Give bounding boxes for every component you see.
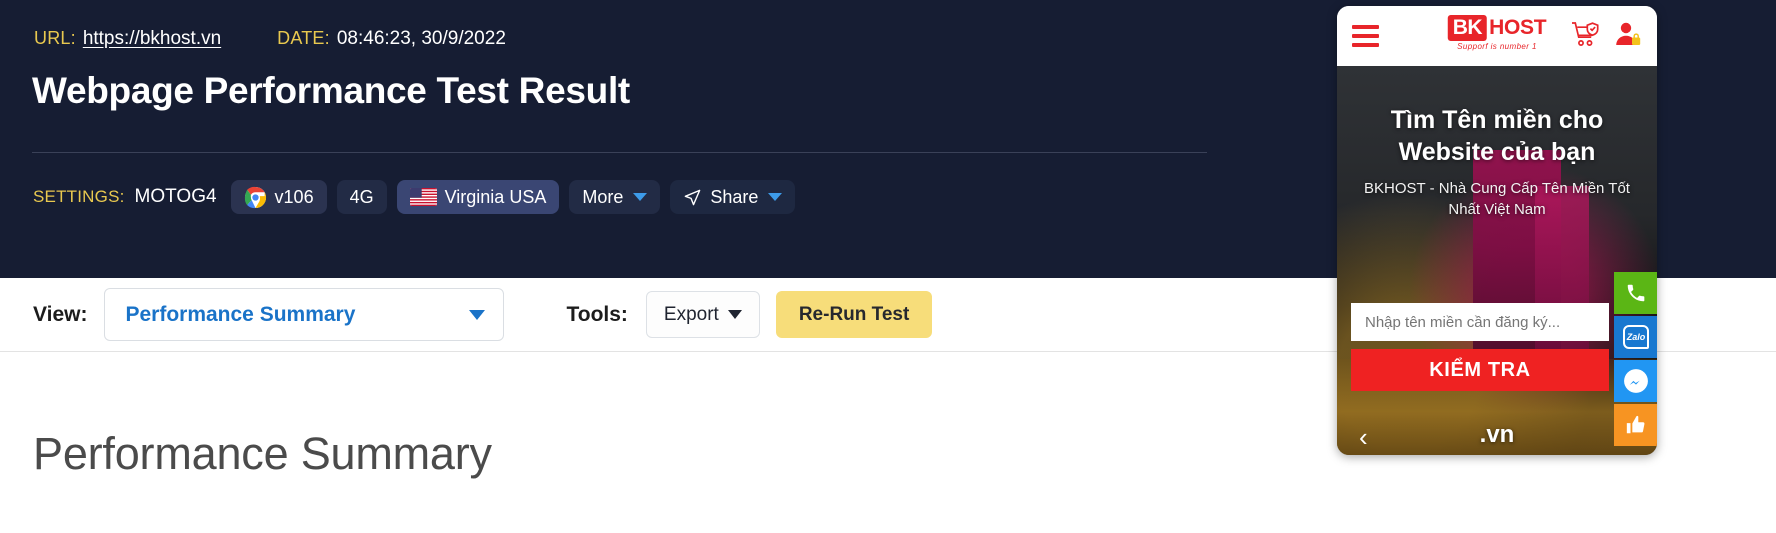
page-root: URL: https://bkhost.vn DATE: 08:46:23, 3… (0, 0, 1776, 533)
share-plane-icon (683, 188, 702, 207)
view-select[interactable]: Performance Summary (104, 288, 505, 341)
chevron-down-icon (469, 309, 486, 320)
section-title: Performance Summary (33, 428, 492, 479)
check-domain-button[interactable]: KIỂM TRA (1351, 349, 1609, 391)
url-label: URL: (34, 28, 76, 48)
cart-icon[interactable] (1570, 20, 1600, 53)
page-title: Webpage Performance Test Result (32, 70, 630, 111)
date-value: 08:46:23, 30/9/2022 (336, 28, 506, 49)
settings-row: SETTINGS: MOTOG4 v106 4G Virginia USA Mo… (33, 180, 796, 214)
hero-banner: Tìm Tên miền cho Website của bạn BKHOST … (1337, 66, 1657, 455)
logo-row: BK HOST (1447, 15, 1547, 42)
hero-title-line1: Tìm Tên miền cho (1390, 106, 1604, 134)
chevron-down-icon (768, 193, 783, 201)
hero-title: Tìm Tên miền cho Website của bạn (1337, 104, 1657, 168)
view-select-value: Performance Summary (125, 302, 356, 326)
logo-tagline: Supporf is number 1 (1457, 42, 1537, 52)
logo-mark: BK (1447, 15, 1488, 42)
browser-chip[interactable]: v106 (230, 180, 327, 214)
phone-icon (1625, 282, 1647, 304)
location-chip[interactable]: Virginia USA (396, 180, 560, 214)
browser-version-label: v106 (274, 186, 314, 207)
tools-label: Tools: (566, 302, 628, 326)
tld-label: .vn (1479, 421, 1515, 448)
phone-call-button[interactable] (1614, 272, 1657, 314)
location-label: Virginia USA (444, 186, 547, 207)
export-label: Export (663, 303, 719, 325)
thumbs-up-icon (1625, 414, 1647, 436)
messenger-chat-button[interactable] (1614, 360, 1657, 402)
hero-title-line2: Website của bạn (1398, 138, 1596, 166)
hamburger-bar (1352, 25, 1379, 29)
meta-row: URL: https://bkhost.vn DATE: 08:46:23, 3… (34, 28, 506, 50)
export-button[interactable]: Export (645, 291, 760, 338)
site-header: BK HOST Supporf is number 1 (1337, 6, 1657, 66)
share-menu-button[interactable]: Share (670, 180, 796, 214)
zalo-icon: Zalo (1623, 325, 1649, 349)
us-flag-icon (409, 188, 437, 206)
share-label: Share (710, 186, 759, 207)
settings-device: MOTOG4 (134, 186, 217, 207)
more-menu-button[interactable]: More (569, 180, 661, 214)
floating-contact-buttons: Zalo (1614, 272, 1657, 448)
chevron-down-icon (633, 193, 648, 201)
mobile-screenshot-preview: BK HOST Supporf is number 1 Tìm Tên miền… (1337, 6, 1657, 455)
zalo-chat-button[interactable]: Zalo (1614, 316, 1657, 358)
chevron-down-icon (727, 310, 742, 319)
settings-label: SETTINGS: (33, 187, 125, 206)
view-label: View: (33, 302, 88, 326)
like-button[interactable] (1614, 404, 1657, 446)
hero-subtitle: BKHOST - Nhà Cung Cấp Tên Miền Tốt Nhất … (1364, 180, 1630, 218)
hamburger-menu-icon[interactable] (1352, 25, 1379, 52)
domain-search-input[interactable] (1351, 303, 1609, 341)
date-label: DATE: (277, 28, 330, 48)
carousel-prev-arrow[interactable]: ‹ (1359, 424, 1368, 450)
header-divider (32, 152, 1207, 153)
logo-word: HOST (1489, 16, 1547, 40)
chrome-icon (244, 186, 267, 209)
messenger-icon (1623, 368, 1649, 394)
bkhost-logo[interactable]: BK HOST Supporf is number 1 (1447, 15, 1547, 52)
hamburger-bar (1352, 34, 1379, 38)
connection-label: 4G (349, 186, 374, 207)
connection-chip[interactable]: 4G (336, 180, 387, 214)
more-label: More (582, 186, 624, 207)
tested-url-link[interactable]: https://bkhost.vn (83, 28, 221, 50)
hamburger-bar (1352, 43, 1379, 47)
rerun-test-button[interactable]: Re-Run Test (775, 291, 933, 338)
account-icon[interactable] (1613, 20, 1641, 53)
